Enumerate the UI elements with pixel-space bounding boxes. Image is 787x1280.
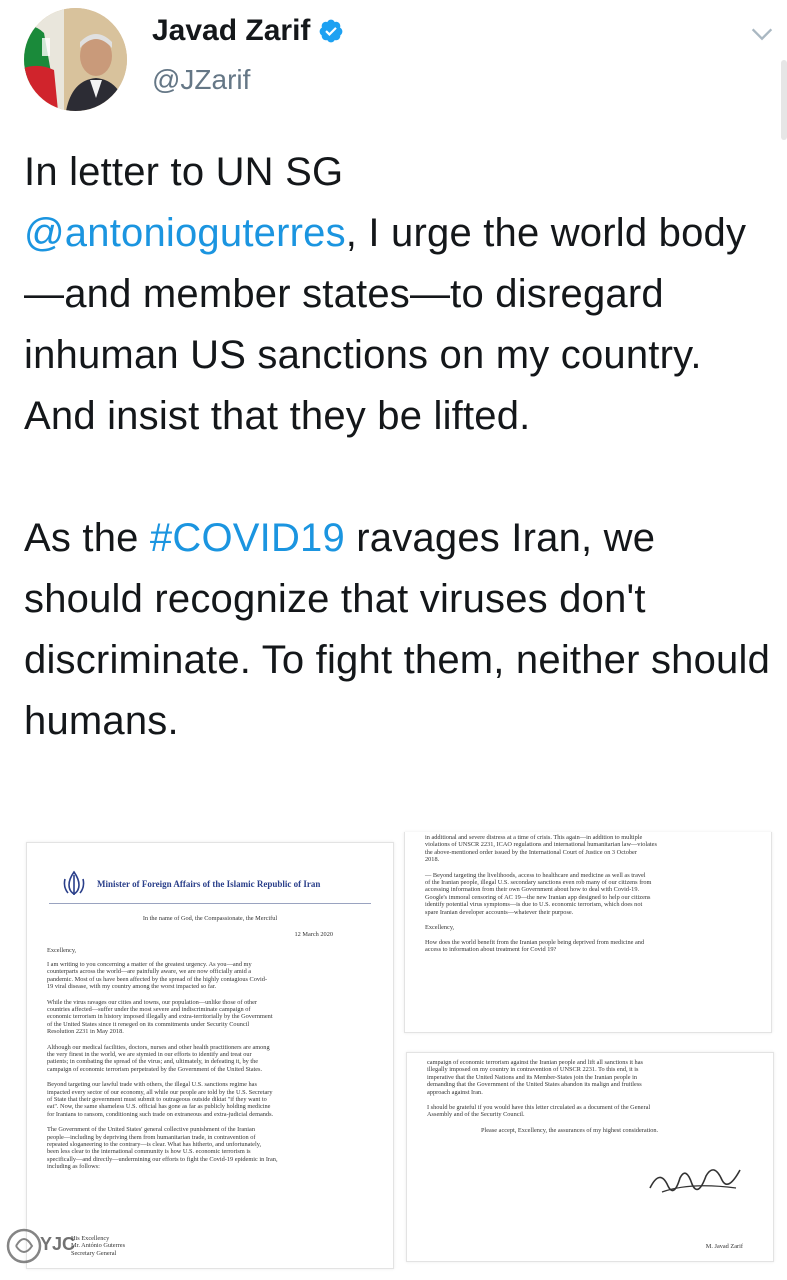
tweet-text-part: In letter to UN SG xyxy=(24,150,344,194)
verified-badge-icon xyxy=(320,19,343,43)
letter-line: repeated sloganeering to the contrary—is… xyxy=(47,1141,262,1148)
ministry-heading: Minister of Foreign Affairs of the Islam… xyxy=(97,879,321,889)
letter-line: patients; in combating the spread of the… xyxy=(47,1058,259,1066)
letter-line: countries affected—suffer under the most… xyxy=(47,1006,251,1013)
letter-line: economic terrorism in history imposed il… xyxy=(47,1013,273,1021)
letter-line: the very finest in the world, we are sty… xyxy=(47,1051,252,1058)
letter-line: Resolution 2231 in May 2018. xyxy=(47,1028,124,1036)
letter-line: Assembly and of the Security Council. xyxy=(427,1111,525,1119)
letter-line: in additional and severe distress at a t… xyxy=(425,834,643,841)
letter-line: access to information about treatment fo… xyxy=(425,946,557,954)
letter-line: Beyond targeting our lawful trade with o… xyxy=(47,1081,257,1089)
author-name-text: Javad Zarif xyxy=(152,14,311,47)
tweet-text-part: As the xyxy=(24,516,150,560)
tweet-header: Javad Zarif @JZarif xyxy=(0,0,787,140)
letter-line: Excellency, xyxy=(425,924,455,931)
divider xyxy=(49,903,371,904)
letter-line: including as follows: xyxy=(47,1163,100,1171)
tweet-text: In letter to UN SG @antonioguterres, I u… xyxy=(24,142,782,752)
iran-emblem-icon xyxy=(63,870,85,895)
letter-date: 12 March 2020 xyxy=(294,931,333,938)
letter-line: I am writing to you concerning a matter … xyxy=(47,961,252,968)
hashtag-link[interactable]: #COVID19 xyxy=(150,516,345,560)
letter-line: pandemic. Most of us have been affected … xyxy=(47,975,268,983)
letter-line: impacted every sector of our economy, al… xyxy=(47,1088,273,1096)
letter-line: Google's immoral censoring of AC 19—the … xyxy=(425,893,651,901)
letter-line: identify potential virus symptoms—is due… xyxy=(425,901,643,909)
invocation: In the name of God, the Compassionate, t… xyxy=(142,915,278,922)
letter-line: the above-mentioned order issued by the … xyxy=(425,848,637,856)
letter-line: been less clear to the international com… xyxy=(47,1148,251,1156)
tweet-paragraph-2: As the #COVID19 ravages Iran, we should … xyxy=(24,508,782,752)
mention-link[interactable]: @antonioguterres xyxy=(24,211,346,255)
letter-line: While the virus ravages our cities and t… xyxy=(47,998,258,1006)
letter-line: M. Javad Zarif xyxy=(705,1243,743,1250)
letter-line: Please accept, Excellency, the assurance… xyxy=(481,1126,659,1134)
letter-page-3[interactable]: campaign of economic terrorism against t… xyxy=(406,1052,774,1262)
letter-line: I should be grateful if you would have t… xyxy=(427,1104,651,1111)
letter-line: of the United States since it reneged on… xyxy=(47,1020,250,1028)
letter-line: accessing information from their own Gov… xyxy=(425,886,640,894)
chevron-down-icon[interactable] xyxy=(748,20,776,48)
letter-page-1[interactable]: Minister of Foreign Affairs of the Islam… xyxy=(26,842,394,1269)
letter-line: Although our medical facilities, doctors… xyxy=(47,1043,270,1051)
letter-line: demanding that the Government of the Uni… xyxy=(427,1081,642,1089)
letter-line: of State that their government must subm… xyxy=(47,1096,267,1103)
author-name[interactable]: Javad Zarif xyxy=(152,14,344,48)
letter-line: approach against Iran. xyxy=(427,1088,483,1096)
letter-line: campaign of economic terrorism perpetrat… xyxy=(47,1065,263,1073)
signature-image xyxy=(649,1169,741,1193)
letter-line: spare Iranian developer accounts—whateve… xyxy=(425,908,574,916)
letter-line: violations of UNSCR 2231, ICAO regulatio… xyxy=(425,841,657,849)
tweet-paragraph-1: In letter to UN SG @antonioguterres, I u… xyxy=(24,142,782,447)
salutation: Excellency, xyxy=(47,947,77,954)
watermark-text: YJC xyxy=(40,1234,76,1254)
letter-line: The Government of the United States' gen… xyxy=(47,1126,255,1134)
scrollbar[interactable] xyxy=(781,60,787,140)
letter-line: counterparts across the world—are painfu… xyxy=(47,968,252,976)
letter-line: eat". Now, the same shameless U.S. offic… xyxy=(47,1103,271,1111)
letter-page-2[interactable]: in additional and severe distress at a t… xyxy=(404,832,772,1033)
letter-line: — Beyond targeting the livelihoods, acce… xyxy=(425,871,646,879)
author-handle[interactable]: @JZarif xyxy=(152,64,250,96)
letter-line: How does the world benefit from the Iran… xyxy=(425,939,645,946)
letter-line: of the Iranian people, illegal U.S. seco… xyxy=(425,879,652,886)
letter-line: people—including by depriving them from … xyxy=(47,1133,256,1141)
letter-line: imperative that the United Nations and i… xyxy=(427,1073,638,1081)
letter-line: 2018. xyxy=(425,856,440,864)
author-avatar[interactable] xyxy=(24,8,127,111)
letter-line: campaign of economic terrorism against t… xyxy=(427,1059,643,1066)
letter-line: specifically—and directly—undermining ou… xyxy=(47,1155,278,1163)
letter-line: illegally imposed on my country in contr… xyxy=(427,1066,639,1074)
letter-line: for Iranians to ransom, conditioning suc… xyxy=(47,1110,274,1118)
letter-line: 19 viral disease, with my country among … xyxy=(47,983,217,991)
